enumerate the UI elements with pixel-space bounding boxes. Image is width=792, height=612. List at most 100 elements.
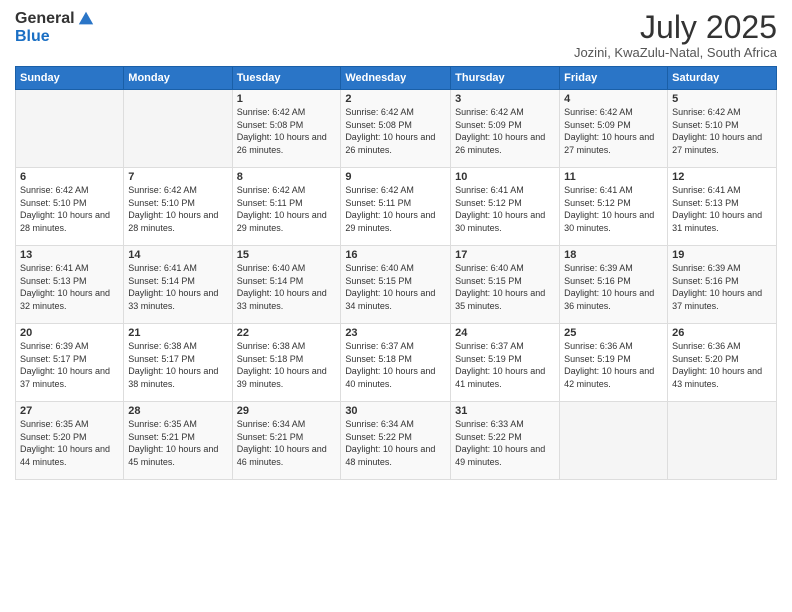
calendar-cell: 28Sunrise: 6:35 AMSunset: 5:21 PMDayligh… bbox=[124, 402, 232, 480]
calendar-cell: 14Sunrise: 6:41 AMSunset: 5:14 PMDayligh… bbox=[124, 246, 232, 324]
day-info: Sunrise: 6:42 AMSunset: 5:09 PMDaylight:… bbox=[564, 106, 663, 156]
col-sunday: Sunday bbox=[16, 67, 124, 90]
day-number: 27 bbox=[20, 405, 119, 417]
calendar-cell: 22Sunrise: 6:38 AMSunset: 5:18 PMDayligh… bbox=[232, 324, 341, 402]
calendar-week-row: 20Sunrise: 6:39 AMSunset: 5:17 PMDayligh… bbox=[16, 324, 777, 402]
day-info: Sunrise: 6:36 AMSunset: 5:20 PMDaylight:… bbox=[672, 340, 772, 390]
logo-blue-text: Blue bbox=[15, 28, 50, 45]
col-thursday: Thursday bbox=[451, 67, 560, 90]
day-number: 14 bbox=[128, 249, 227, 261]
page: General Blue July 2025 Jozini, KwaZulu-N… bbox=[0, 0, 792, 612]
day-number: 30 bbox=[345, 405, 446, 417]
calendar-cell: 5Sunrise: 6:42 AMSunset: 5:10 PMDaylight… bbox=[668, 90, 777, 168]
day-info: Sunrise: 6:34 AMSunset: 5:22 PMDaylight:… bbox=[345, 418, 446, 468]
calendar-cell: 13Sunrise: 6:41 AMSunset: 5:13 PMDayligh… bbox=[16, 246, 124, 324]
calendar-cell: 23Sunrise: 6:37 AMSunset: 5:18 PMDayligh… bbox=[341, 324, 451, 402]
day-info: Sunrise: 6:42 AMSunset: 5:11 PMDaylight:… bbox=[237, 184, 337, 234]
day-number: 26 bbox=[672, 327, 772, 339]
day-number: 9 bbox=[345, 171, 446, 183]
day-number: 13 bbox=[20, 249, 119, 261]
calendar-cell: 12Sunrise: 6:41 AMSunset: 5:13 PMDayligh… bbox=[668, 168, 777, 246]
day-info: Sunrise: 6:41 AMSunset: 5:13 PMDaylight:… bbox=[20, 262, 119, 312]
day-info: Sunrise: 6:41 AMSunset: 5:13 PMDaylight:… bbox=[672, 184, 772, 234]
day-info: Sunrise: 6:38 AMSunset: 5:18 PMDaylight:… bbox=[237, 340, 337, 390]
calendar-cell bbox=[668, 402, 777, 480]
calendar-week-row: 13Sunrise: 6:41 AMSunset: 5:13 PMDayligh… bbox=[16, 246, 777, 324]
day-number: 22 bbox=[237, 327, 337, 339]
day-number: 1 bbox=[237, 93, 337, 105]
calendar-cell: 31Sunrise: 6:33 AMSunset: 5:22 PMDayligh… bbox=[451, 402, 560, 480]
day-number: 21 bbox=[128, 327, 227, 339]
day-number: 29 bbox=[237, 405, 337, 417]
day-number: 20 bbox=[20, 327, 119, 339]
day-info: Sunrise: 6:42 AMSunset: 5:11 PMDaylight:… bbox=[345, 184, 446, 234]
day-number: 6 bbox=[20, 171, 119, 183]
location: Jozini, KwaZulu-Natal, South Africa bbox=[574, 45, 777, 60]
calendar-cell: 21Sunrise: 6:38 AMSunset: 5:17 PMDayligh… bbox=[124, 324, 232, 402]
calendar-cell: 8Sunrise: 6:42 AMSunset: 5:11 PMDaylight… bbox=[232, 168, 341, 246]
calendar-cell: 20Sunrise: 6:39 AMSunset: 5:17 PMDayligh… bbox=[16, 324, 124, 402]
day-number: 3 bbox=[455, 93, 555, 105]
calendar-cell: 6Sunrise: 6:42 AMSunset: 5:10 PMDaylight… bbox=[16, 168, 124, 246]
day-number: 11 bbox=[564, 171, 663, 183]
day-info: Sunrise: 6:37 AMSunset: 5:18 PMDaylight:… bbox=[345, 340, 446, 390]
day-info: Sunrise: 6:40 AMSunset: 5:15 PMDaylight:… bbox=[455, 262, 555, 312]
day-number: 15 bbox=[237, 249, 337, 261]
day-number: 19 bbox=[672, 249, 772, 261]
day-info: Sunrise: 6:39 AMSunset: 5:16 PMDaylight:… bbox=[672, 262, 772, 312]
logo: General Blue bbox=[15, 10, 95, 46]
day-number: 31 bbox=[455, 405, 555, 417]
col-wednesday: Wednesday bbox=[341, 67, 451, 90]
day-number: 17 bbox=[455, 249, 555, 261]
day-info: Sunrise: 6:36 AMSunset: 5:19 PMDaylight:… bbox=[564, 340, 663, 390]
day-info: Sunrise: 6:35 AMSunset: 5:21 PMDaylight:… bbox=[128, 418, 227, 468]
logo-general-text: General bbox=[15, 11, 75, 27]
day-info: Sunrise: 6:42 AMSunset: 5:10 PMDaylight:… bbox=[20, 184, 119, 234]
day-info: Sunrise: 6:42 AMSunset: 5:10 PMDaylight:… bbox=[672, 106, 772, 156]
calendar-cell: 27Sunrise: 6:35 AMSunset: 5:20 PMDayligh… bbox=[16, 402, 124, 480]
calendar-cell: 17Sunrise: 6:40 AMSunset: 5:15 PMDayligh… bbox=[451, 246, 560, 324]
calendar-cell: 19Sunrise: 6:39 AMSunset: 5:16 PMDayligh… bbox=[668, 246, 777, 324]
col-monday: Monday bbox=[124, 67, 232, 90]
day-info: Sunrise: 6:35 AMSunset: 5:20 PMDaylight:… bbox=[20, 418, 119, 468]
calendar-cell: 29Sunrise: 6:34 AMSunset: 5:21 PMDayligh… bbox=[232, 402, 341, 480]
day-number: 25 bbox=[564, 327, 663, 339]
calendar-cell: 4Sunrise: 6:42 AMSunset: 5:09 PMDaylight… bbox=[560, 90, 668, 168]
day-number: 12 bbox=[672, 171, 772, 183]
day-number: 10 bbox=[455, 171, 555, 183]
col-friday: Friday bbox=[560, 67, 668, 90]
day-info: Sunrise: 6:42 AMSunset: 5:08 PMDaylight:… bbox=[237, 106, 337, 156]
calendar-cell: 3Sunrise: 6:42 AMSunset: 5:09 PMDaylight… bbox=[451, 90, 560, 168]
calendar-week-row: 27Sunrise: 6:35 AMSunset: 5:20 PMDayligh… bbox=[16, 402, 777, 480]
calendar-cell: 1Sunrise: 6:42 AMSunset: 5:08 PMDaylight… bbox=[232, 90, 341, 168]
day-number: 4 bbox=[564, 93, 663, 105]
day-number: 2 bbox=[345, 93, 446, 105]
day-info: Sunrise: 6:42 AMSunset: 5:09 PMDaylight:… bbox=[455, 106, 555, 156]
col-tuesday: Tuesday bbox=[232, 67, 341, 90]
day-info: Sunrise: 6:39 AMSunset: 5:16 PMDaylight:… bbox=[564, 262, 663, 312]
day-number: 28 bbox=[128, 405, 227, 417]
day-number: 23 bbox=[345, 327, 446, 339]
title-area: July 2025 Jozini, KwaZulu-Natal, South A… bbox=[574, 10, 777, 60]
calendar: Sunday Monday Tuesday Wednesday Thursday… bbox=[15, 66, 777, 480]
calendar-cell bbox=[16, 90, 124, 168]
day-number: 7 bbox=[128, 171, 227, 183]
calendar-cell: 16Sunrise: 6:40 AMSunset: 5:15 PMDayligh… bbox=[341, 246, 451, 324]
day-info: Sunrise: 6:37 AMSunset: 5:19 PMDaylight:… bbox=[455, 340, 555, 390]
calendar-header-row: Sunday Monday Tuesday Wednesday Thursday… bbox=[16, 67, 777, 90]
day-info: Sunrise: 6:40 AMSunset: 5:15 PMDaylight:… bbox=[345, 262, 446, 312]
calendar-cell: 30Sunrise: 6:34 AMSunset: 5:22 PMDayligh… bbox=[341, 402, 451, 480]
header: General Blue July 2025 Jozini, KwaZulu-N… bbox=[15, 10, 777, 60]
day-info: Sunrise: 6:34 AMSunset: 5:21 PMDaylight:… bbox=[237, 418, 337, 468]
logo-icon bbox=[77, 10, 95, 28]
day-number: 18 bbox=[564, 249, 663, 261]
calendar-cell: 9Sunrise: 6:42 AMSunset: 5:11 PMDaylight… bbox=[341, 168, 451, 246]
day-info: Sunrise: 6:40 AMSunset: 5:14 PMDaylight:… bbox=[237, 262, 337, 312]
day-info: Sunrise: 6:39 AMSunset: 5:17 PMDaylight:… bbox=[20, 340, 119, 390]
calendar-week-row: 6Sunrise: 6:42 AMSunset: 5:10 PMDaylight… bbox=[16, 168, 777, 246]
day-info: Sunrise: 6:38 AMSunset: 5:17 PMDaylight:… bbox=[128, 340, 227, 390]
calendar-cell: 26Sunrise: 6:36 AMSunset: 5:20 PMDayligh… bbox=[668, 324, 777, 402]
day-info: Sunrise: 6:41 AMSunset: 5:14 PMDaylight:… bbox=[128, 262, 227, 312]
calendar-cell bbox=[124, 90, 232, 168]
calendar-cell: 11Sunrise: 6:41 AMSunset: 5:12 PMDayligh… bbox=[560, 168, 668, 246]
